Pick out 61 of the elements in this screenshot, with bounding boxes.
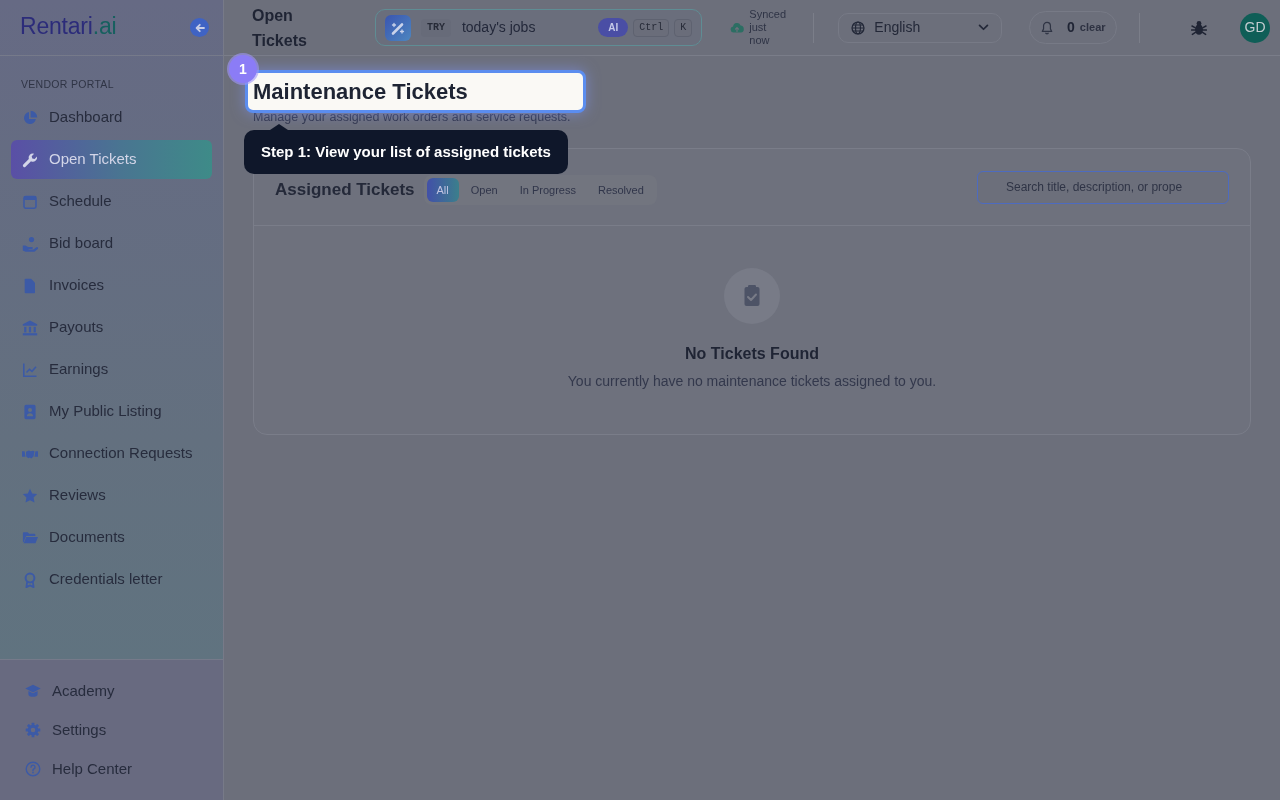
sidebar-nav-item[interactable]: Connection Requests	[11, 434, 212, 473]
folder-icon	[22, 529, 38, 546]
language-select[interactable]: English	[838, 12, 1003, 43]
command-prompt: today's jobs	[461, 18, 536, 37]
logo-wordmark: Rentari.ai	[20, 12, 117, 39]
notification-count: 0	[1067, 18, 1075, 37]
cloud-upload-icon	[730, 22, 745, 33]
chevron-down-icon	[978, 24, 990, 31]
filter-tab[interactable]: Open	[460, 178, 508, 202]
sidebar-footer-item[interactable]: Academy	[11, 673, 212, 709]
bug-icon	[1191, 19, 1208, 36]
sidebar-nav-item[interactable]: Documents	[11, 518, 212, 557]
tour-step-number: 1	[229, 55, 257, 83]
sidebar-nav-item[interactable]: My Public Listing	[11, 392, 212, 431]
ai-tag: AI	[598, 18, 629, 37]
tour-tooltip: Step 1: View your list of assigned tickets	[244, 124, 568, 174]
clear-link[interactable]: clear	[1079, 19, 1106, 36]
sidebar-nav-item[interactable]: Open Tickets	[11, 140, 212, 179]
help-circle-icon	[25, 761, 41, 777]
sync-status: Synced just now	[749, 8, 786, 47]
filter-tab[interactable]: All	[426, 178, 459, 202]
search-field[interactable]: Search title, description, or prope	[977, 170, 1229, 204]
bell-icon	[1041, 20, 1054, 35]
user-avatar[interactable]: GD	[1240, 12, 1270, 43]
command-bar[interactable]: TRY today's jobs AI Ctrl K	[374, 9, 703, 46]
empty-state-title: No Tickets Found	[685, 344, 819, 364]
globe-icon	[851, 20, 866, 35]
sidebar-nav-item[interactable]: Credentials letter	[11, 560, 212, 599]
empty-state-message: You currently have no maintenance tickets assigned to you.	[567, 372, 937, 390]
magic-wand-icon	[384, 14, 411, 41]
sidebar-nav-item[interactable]: Invoices	[11, 266, 212, 305]
sidebar-nav-item[interactable]: Payouts	[11, 308, 212, 347]
filter-tab[interactable]: Resolved	[587, 178, 654, 202]
bank-icon	[22, 319, 38, 336]
star-icon	[22, 487, 38, 504]
panel-title: Assigned Tickets	[275, 179, 415, 202]
sidebar-nav-item[interactable]: Dashboard	[11, 98, 212, 137]
shortcut-key: K	[674, 18, 693, 37]
calendar-icon	[22, 193, 38, 210]
sidebar-nav-item[interactable]: Reviews	[11, 476, 212, 515]
header-title: Open Tickets	[252, 5, 308, 51]
collapse-sidebar-button[interactable]	[190, 18, 209, 37]
document-icon	[22, 277, 38, 294]
clipboard-check-icon	[724, 268, 780, 324]
shortcut-key: Ctrl	[633, 18, 670, 37]
sidebar-nav-item[interactable]: Earnings	[11, 350, 212, 389]
hand-coin-icon	[22, 235, 38, 252]
sidebar-nav-item[interactable]: Bid board	[11, 224, 212, 263]
arrow-left-icon	[194, 22, 205, 33]
line-chart-icon	[22, 361, 38, 378]
sidebar-footer-item[interactable]: Help Center	[11, 751, 212, 787]
award-icon	[22, 571, 38, 588]
section-label: VENDOR PORTAL	[21, 78, 114, 91]
id-card-icon	[22, 403, 38, 420]
sidebar-nav-item[interactable]: Schedule	[11, 182, 212, 221]
sidebar-footer-item[interactable]: Settings	[11, 712, 212, 748]
filter-tab[interactable]: In Progress	[509, 178, 586, 202]
graduation-cap-icon	[25, 683, 41, 699]
wrench-icon	[22, 151, 38, 168]
gear-icon	[25, 722, 41, 738]
pie-chart-icon	[22, 109, 38, 126]
